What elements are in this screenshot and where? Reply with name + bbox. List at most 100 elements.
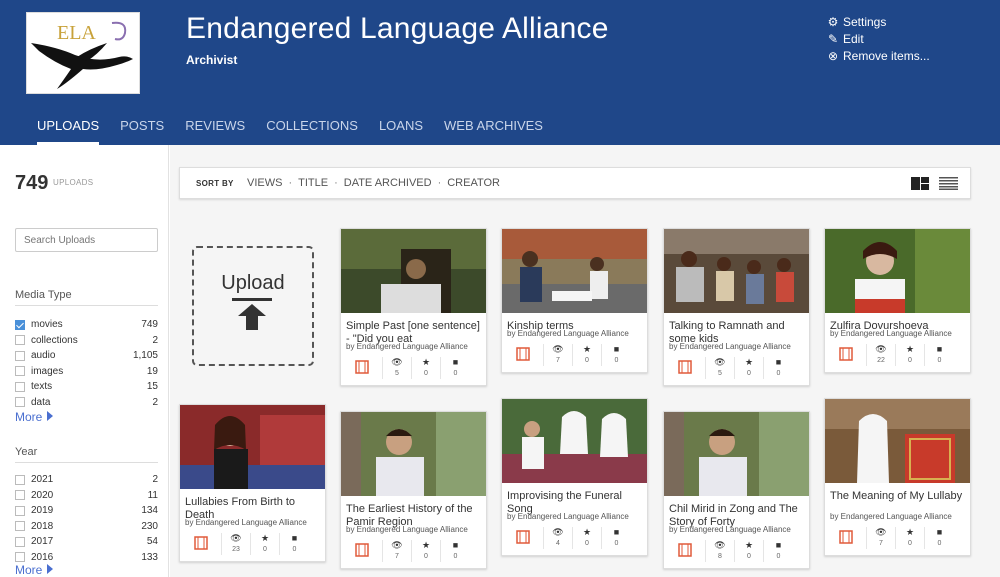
sort-by-label: SORT BY	[196, 179, 234, 188]
edit-label: Edit	[843, 31, 864, 46]
item-card[interactable]: Lullabies From Birth to Death by Endange…	[179, 404, 326, 562]
checkbox[interactable]	[15, 319, 25, 330]
tab-posts[interactable]: POSTS	[120, 118, 164, 145]
upload-button[interactable]: Upload	[192, 246, 314, 366]
item-title[interactable]: Simple Past [one sentence] - "Did you ea…	[341, 313, 486, 345]
media-type	[664, 540, 706, 562]
item-card[interactable]: Simple Past [one sentence] - "Did you ea…	[340, 228, 487, 386]
film-icon	[839, 530, 853, 544]
facet-collections[interactable]: collections 2	[15, 333, 158, 349]
item-card[interactable]: Talking to Ramnath and some kids by Enda…	[663, 228, 810, 386]
facet-year-2019[interactable]: 2019 134	[15, 503, 158, 519]
tab-web-archives[interactable]: WEB ARCHIVES	[444, 118, 543, 145]
tab-collections[interactable]: COLLECTIONS	[266, 118, 358, 145]
film-icon	[355, 543, 369, 557]
sort-creator[interactable]: CREATOR	[447, 177, 500, 189]
facet-year-2017[interactable]: 2017 54	[15, 534, 158, 550]
item-title[interactable]: Zulfira Dovurshoeva	[825, 313, 970, 332]
item-title[interactable]: The Earliest History of the Pamir Region	[341, 496, 486, 528]
edit-link[interactable]: ✎ Edit	[826, 30, 930, 47]
views-count: 7	[879, 540, 883, 547]
facet-audio[interactable]: audio 1,105	[15, 348, 158, 364]
views-stat: 👁 23	[222, 533, 251, 555]
checkbox[interactable]	[15, 474, 25, 485]
film-icon	[678, 360, 692, 374]
bird-logo-icon: ELA	[31, 21, 133, 89]
facet-year-2018[interactable]: 2018 230	[15, 519, 158, 535]
more-label: More	[15, 563, 43, 577]
tab-loans[interactable]: LOANS	[379, 118, 423, 145]
sort-views[interactable]: VIEWS	[247, 177, 282, 189]
item-card[interactable]: Improvising the Funeral Song by Endanger…	[501, 398, 648, 556]
remove-items-link[interactable]: ⊗ Remove items...	[826, 47, 930, 64]
video-thumbnail	[502, 229, 647, 313]
item-title[interactable]: Chil Mirid in Zong and The Story of Fort…	[664, 496, 809, 528]
reviews-count: 0	[937, 540, 942, 547]
settings-label: Settings	[843, 14, 887, 29]
tile-view-icon[interactable]	[911, 177, 929, 190]
item-card[interactable]: Chil Mirid in Zong and The Story of Fort…	[663, 411, 810, 569]
favorites-count: 0	[585, 540, 589, 547]
facet-year-2021[interactable]: 2021 2	[15, 472, 158, 488]
item-creator: by Endangered Language Alliance	[830, 329, 952, 338]
checkbox[interactable]	[15, 366, 25, 377]
video-thumbnail	[502, 399, 647, 483]
item-title[interactable]: The Meaning of My Lullaby	[825, 483, 970, 510]
collection-header: ELA Endangered Language Alliance Archivi…	[0, 0, 1000, 145]
item-stats: 👁 7 ★ 0 ■ 0	[825, 521, 970, 555]
checkbox[interactable]	[15, 521, 25, 532]
reviews-count: 0	[292, 546, 297, 553]
facet-label: 2017	[31, 536, 54, 548]
favorites-stat: ★ 0	[412, 540, 441, 562]
tab-uploads[interactable]: UPLOADS	[37, 118, 100, 145]
checkbox[interactable]	[15, 381, 25, 392]
facet-movies[interactable]: movies 749	[15, 317, 158, 333]
checkbox[interactable]	[15, 536, 25, 547]
upload-arrow-icon	[232, 298, 272, 330]
reviews-stat: ■ 0	[441, 357, 470, 379]
checkbox[interactable]	[15, 552, 25, 563]
item-stats: 👁 23 ★ 0 ■ 0	[180, 527, 325, 561]
search-uploads-input[interactable]	[15, 228, 158, 252]
views-count: 8	[718, 553, 722, 560]
checkbox[interactable]	[15, 350, 25, 361]
item-card[interactable]: The Meaning of My Lullaby by Endangered …	[824, 398, 971, 556]
list-view-icon[interactable]	[939, 177, 958, 190]
sort-title[interactable]: TITLE	[298, 177, 328, 189]
item-creator: by Endangered Language Alliance	[185, 518, 307, 527]
facet-label: movies	[31, 319, 63, 331]
checkbox[interactable]	[15, 505, 25, 516]
item-card[interactable]: The Earliest History of the Pamir Region…	[340, 411, 487, 569]
checkbox[interactable]	[15, 335, 25, 346]
item-stats: 👁 7 ★ 0 ■ 0	[502, 338, 647, 372]
reviews-stat: ■ 0	[441, 540, 470, 562]
facet-images[interactable]: images 19	[15, 364, 158, 380]
ela-logo[interactable]: ELA	[26, 12, 140, 94]
facet-label: 2021	[31, 474, 54, 486]
checkbox[interactable]	[15, 397, 25, 408]
item-title[interactable]: Improvising the Funeral Song	[502, 483, 647, 515]
video-thumbnail	[180, 405, 325, 489]
media-type-more-link[interactable]: More	[15, 410, 54, 424]
item-title[interactable]: Lullabies From Birth to Death	[180, 489, 325, 521]
sort-date-archived[interactable]: DATE ARCHIVED	[344, 177, 432, 189]
facet-data[interactable]: data 2	[15, 395, 158, 411]
settings-link[interactable]: ⚙ Settings	[826, 13, 930, 30]
film-icon	[678, 543, 692, 557]
favorites-stat: ★ 0	[896, 527, 925, 549]
tab-reviews[interactable]: REVIEWS	[185, 118, 245, 145]
views-stat: 👁 8	[706, 540, 735, 562]
item-title[interactable]: Kinship terms	[502, 313, 647, 332]
facet-year-2020[interactable]: 2020 11	[15, 488, 158, 504]
checkbox[interactable]	[15, 490, 25, 501]
reviews-count: 0	[453, 553, 458, 560]
facet-count: 134	[141, 505, 158, 517]
item-card[interactable]: Zulfira Dovurshoeva by Endangered Langua…	[824, 228, 971, 373]
facet-texts[interactable]: texts 15	[15, 379, 158, 395]
item-card[interactable]: Kinship terms by Endangered Language All…	[501, 228, 648, 373]
reviews-stat: ■ 0	[764, 540, 793, 562]
reviews-stat: ■ 0	[602, 527, 631, 549]
reviews-stat: ■ 0	[602, 344, 631, 366]
item-title[interactable]: Talking to Ramnath and some kids	[664, 313, 809, 345]
year-more-link[interactable]: More	[15, 563, 54, 577]
